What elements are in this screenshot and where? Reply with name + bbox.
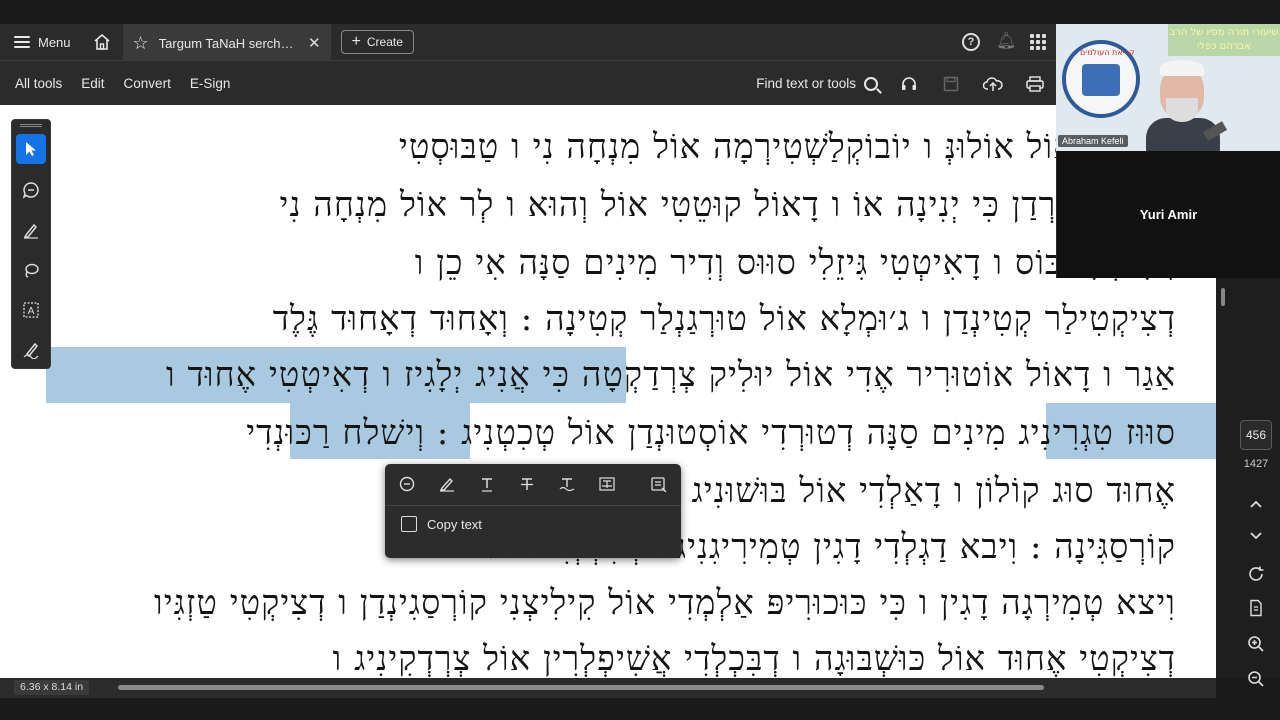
video-banner: שיעורי תורה מפיו של הרב אברהם כפלי	[1168, 24, 1280, 56]
create-label: Create	[366, 35, 403, 49]
insert-text-icon[interactable]	[593, 470, 621, 498]
panel-grip[interactable]	[20, 124, 42, 127]
logo-text: קריאת העולמים	[1080, 48, 1135, 57]
refresh-icon[interactable]	[1244, 562, 1268, 586]
more-options-icon[interactable]	[645, 470, 673, 498]
home-icon	[94, 33, 110, 50]
speaker-name-badge: Abraham Kefeli	[1058, 135, 1128, 147]
document-text-line: דִּבְּרִידִי אוֹל אוֹלוּנְּ ו יוֹבוֹקְלַ…	[398, 127, 1176, 167]
document-page[interactable]: דִּבְּרִידִי אוֹל אוֹלוּנְּ ו יוֹבוֹקְלַ…	[0, 105, 1216, 678]
search-icon	[864, 76, 878, 91]
copy-text-label: Copy text	[427, 516, 482, 532]
highlight-tool[interactable]	[16, 215, 46, 245]
cursor-icon	[26, 142, 36, 156]
document-text-line: דְצִיקְטִילַר קְטִינְדַן ו ג׳וּמְלָא אוֹ…	[272, 299, 1176, 339]
pen-icon	[23, 223, 38, 239]
document-text-line: דָאִיטְטִי כּוֹס ו דָאִיטְטִי גִּיזֵלִי …	[414, 243, 1176, 283]
copy-text-button[interactable]: Copy text	[401, 516, 482, 532]
tab-title: Targum TaNaH serchab...	[158, 35, 298, 51]
copy-icon	[401, 516, 417, 532]
quick-tools-panel: A	[11, 119, 51, 369]
lasso-icon	[25, 263, 39, 278]
book-icon	[1082, 64, 1120, 96]
chevron-up-icon[interactable]	[1244, 492, 1268, 516]
zoom-in-icon[interactable]	[1244, 632, 1268, 656]
comment-tool[interactable]	[16, 175, 46, 205]
page-total: 1427	[1243, 458, 1269, 470]
replace-text-icon[interactable]	[553, 470, 581, 498]
comment-icon	[22, 182, 39, 199]
document-text-line: דְצִיקְטִי אֶחוּד אוֹל כּוּשְׁבּוּגָה ו …	[332, 639, 1176, 678]
document-text-line: סוּוּז טִגְרִינִיג מִינִים סַנָּה דְטוּר…	[246, 413, 1176, 453]
edit-menu[interactable]: Edit	[79, 76, 121, 91]
app-window: { "topbar": { "menu_label": "Menu", "tab…	[0, 0, 1280, 720]
svg-text:A: A	[28, 306, 35, 317]
draw-tool[interactable]	[16, 255, 46, 285]
text-box-icon: A	[23, 302, 39, 318]
read-aloud-icon[interactable]	[898, 73, 920, 95]
document-tab[interactable]: ☆ Targum TaNaH serchab... ✕	[122, 24, 331, 60]
convert-menu[interactable]: Convert	[122, 76, 188, 91]
speaker-figure	[1146, 60, 1228, 151]
signature-pen-icon	[23, 342, 39, 359]
select-tool[interactable]	[16, 134, 46, 164]
create-button[interactable]: + Create	[340, 30, 414, 54]
apps-grid-icon[interactable]	[1030, 34, 1046, 50]
print-icon[interactable]	[1024, 73, 1046, 95]
menu-label: Menu	[38, 34, 71, 50]
fill-sign-tool[interactable]	[16, 335, 46, 365]
home-button[interactable]	[85, 24, 119, 60]
organization-logo: קריאת העולמים	[1062, 40, 1140, 118]
cloud-upload-icon[interactable]	[982, 73, 1004, 95]
hamburger-icon	[14, 36, 30, 48]
speaker-video-tile[interactable]: שיעורי תורה מפיו של הרב אברהם כפלי קריאת…	[1056, 24, 1280, 151]
document-text-line: אוֹל וּנְמַלַּרְדַן כִּי יְנִינָה אוֹ ו …	[279, 185, 1176, 225]
plus-icon: +	[351, 33, 361, 50]
strikethrough-icon[interactable]	[513, 470, 541, 498]
menu-divider	[385, 505, 681, 506]
page-thumbnail-icon[interactable]	[1244, 596, 1268, 620]
selection-context-menu: Copy text	[385, 464, 681, 558]
star-icon[interactable]: ☆	[133, 33, 149, 54]
bell-icon[interactable]: 🔔︎	[996, 33, 1016, 51]
text-recognition-tool[interactable]: A	[16, 295, 46, 325]
page-size-indicator: 6.36 x 8.14 in	[14, 680, 90, 695]
participant-name: Yuri Amir	[1139, 207, 1198, 222]
page-number-input[interactable]: 456	[1240, 420, 1272, 450]
menu-button[interactable]: Menu	[0, 24, 85, 60]
esign-menu[interactable]: E-Sign	[188, 76, 248, 91]
close-icon[interactable]: ✕	[308, 34, 321, 52]
find-label: Find text or tools	[756, 76, 856, 91]
document-text-line: וִיצא טְמִירְגָה דָגִין ו כִּי כּוּכוּרִ…	[154, 583, 1176, 623]
add-comment-icon[interactable]	[393, 470, 421, 498]
vertical-scrollbar[interactable]	[1221, 288, 1225, 306]
participant-video-tile[interactable]: Yuri Amir	[1056, 151, 1280, 278]
all-tools-menu[interactable]: All tools	[0, 76, 79, 91]
underline-text-icon[interactable]	[473, 470, 501, 498]
highlight-text-icon[interactable]	[433, 470, 461, 498]
top-bar: Menu ☆ Targum TaNaH serchab... ✕ + Creat…	[0, 24, 1056, 60]
chevron-down-icon[interactable]	[1244, 524, 1268, 548]
zoom-out-icon[interactable]	[1244, 667, 1268, 691]
main-toolbar: All tools Edit Convert E-Sign Find text …	[0, 60, 1056, 105]
horizontal-scrollbar[interactable]	[118, 685, 1044, 690]
document-text-line: אַגַר ו דָאוֹל אוֹטוּרִיר אֶדִי אוֹל יוּ…	[165, 355, 1176, 395]
help-icon[interactable]: ?	[962, 33, 980, 51]
save-icon[interactable]	[940, 73, 962, 95]
find-text-button[interactable]: Find text or tools	[756, 76, 878, 91]
